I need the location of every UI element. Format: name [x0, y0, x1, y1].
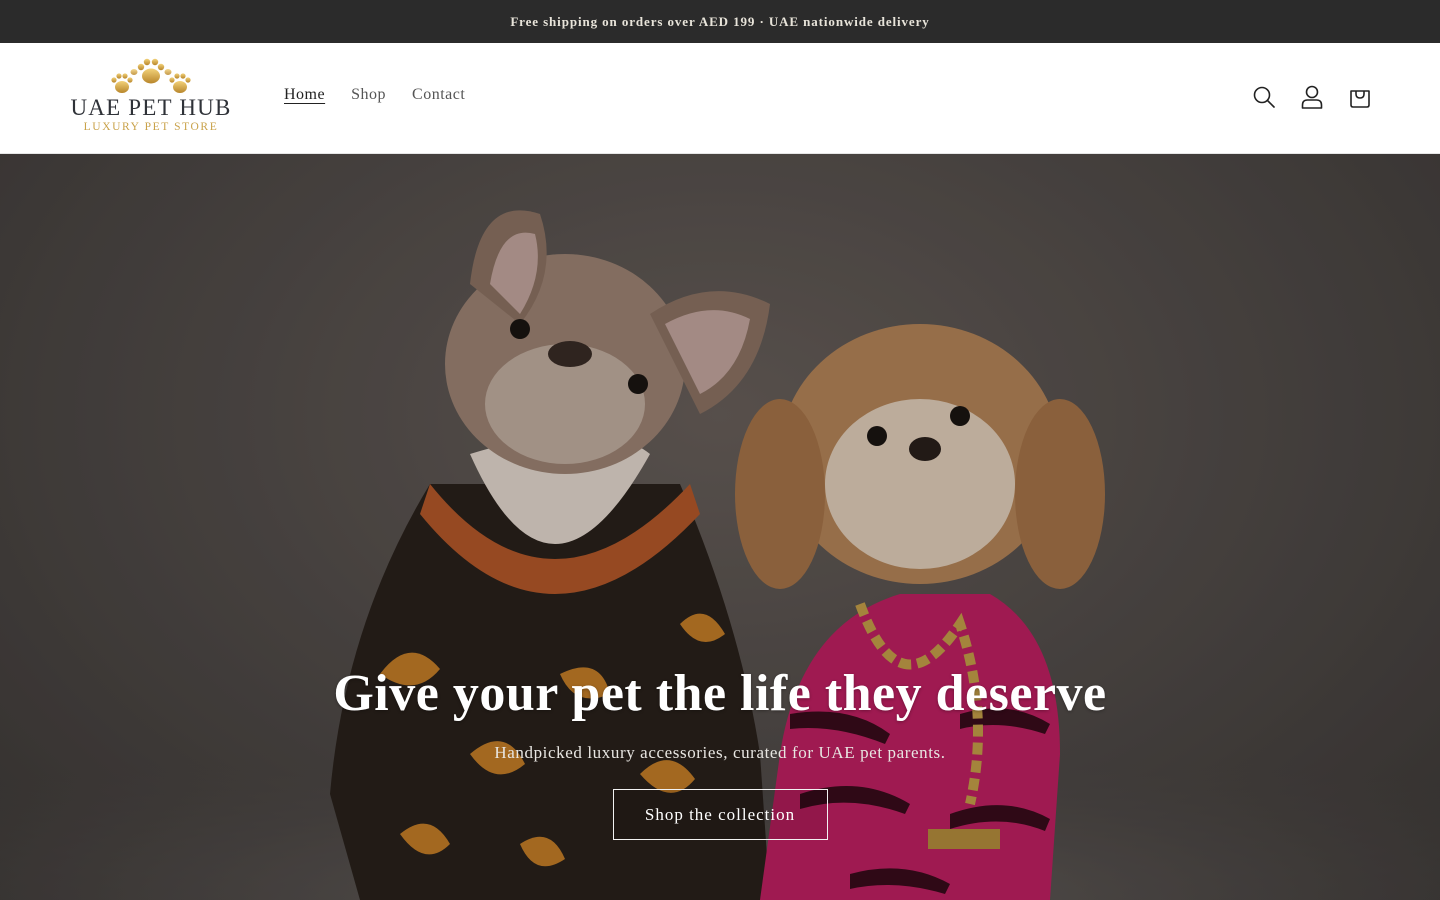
nav-contact[interactable]: Contact	[412, 86, 465, 104]
nav-shop[interactable]: Shop	[351, 86, 386, 104]
account-icon	[1301, 85, 1323, 109]
cart-icon	[1350, 90, 1370, 108]
hero-title: Give your pet the life they deserve	[333, 665, 1107, 722]
hero-banner: Give your pet the life they deserve Hand…	[0, 154, 1440, 900]
site-header: UAE PET HUB LUXURY PET STORE Home Shop C…	[0, 43, 1440, 154]
search-button[interactable]	[1252, 83, 1276, 111]
header-icons	[1252, 83, 1372, 111]
hero-content: Give your pet the life they deserve Hand…	[0, 664, 1440, 840]
cart-button[interactable]	[1348, 83, 1372, 111]
hero-subtitle: Handpicked luxury accessories, curated f…	[494, 743, 946, 762]
main-nav: Home Shop Contact	[284, 86, 465, 104]
paw-logo-icon	[111, 58, 191, 93]
announcement-text: Free shipping on orders over AED 199 · U…	[510, 13, 930, 29]
brand-logo[interactable]: UAE PET HUB LUXURY PET STORE	[68, 57, 234, 137]
shop-collection-button[interactable]: Shop the collection	[612, 789, 828, 840]
brand-tagline: LUXURY PET STORE	[83, 121, 219, 133]
account-button[interactable]	[1300, 83, 1324, 111]
nav-home[interactable]: Home	[284, 86, 325, 104]
brand-name: UAE PET HUB	[70, 95, 232, 120]
search-icon	[1253, 86, 1275, 108]
announcement-bar: Free shipping on orders over AED 199 · U…	[0, 0, 1440, 43]
